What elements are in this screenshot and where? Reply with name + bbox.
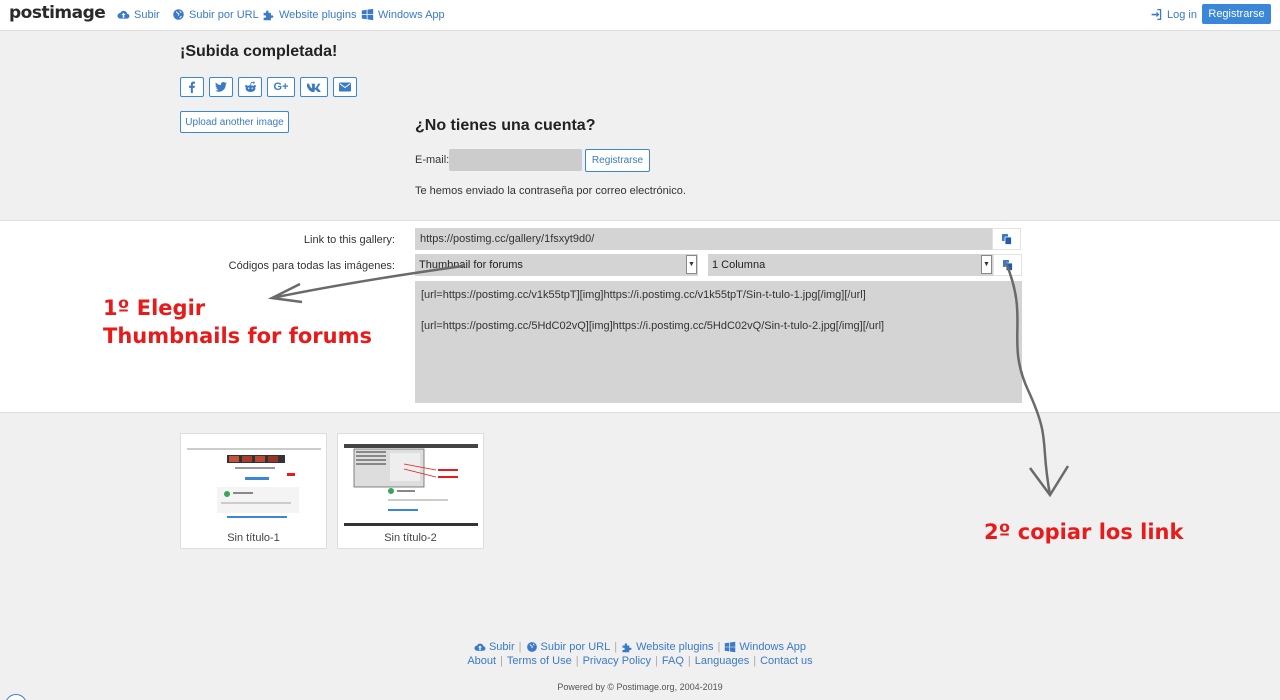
nav-plugins-link[interactable]: Website plugins [262,8,356,21]
no-account-heading: ¿No tienes una cuenta? [415,117,596,134]
email-label: E-mail: [415,154,450,166]
footer-nav-secondary: About | Terms of Use | Privacy Policy | … [0,655,1280,667]
nav-windows-app-link[interactable]: Windows App [361,8,445,21]
puzzle-icon [622,643,632,653]
upload-complete-heading: ¡Subida completada! [180,43,338,60]
footer-about-link[interactable]: About [467,655,496,667]
codes-label: Códigos para todas las imágenes: [228,260,395,272]
nav-upload-url-link[interactable]: Subir por URL [172,8,259,21]
nav-upload-label: Subir [134,8,160,21]
codes-textarea[interactable]: [url=https://postimg.cc/v1k55tpT][img]ht… [415,281,1022,403]
thumbnail-label: Sin título-1 [227,532,280,544]
nav-plugins-label: Website plugins [279,8,357,21]
gallery-link-label: Link to this gallery: [303,234,395,246]
separator: | [614,641,618,653]
footer-contact-link[interactable]: Contact us [760,655,813,667]
cloud-upload-icon [474,643,486,651]
image-thumbnail-card[interactable]: Sin título-2 [337,433,484,549]
separator: | [518,641,522,653]
sign-in-icon [1151,8,1162,21]
puzzle-icon [263,10,274,21]
footer-plugins-label: Website plugins [636,641,714,653]
share-reddit-button[interactable] [238,77,262,97]
globe-icon [173,9,184,20]
footer-windows-app-label: Windows App [739,641,807,653]
facebook-icon [189,81,195,93]
vk-icon [307,83,321,92]
email-field[interactable] [449,149,582,171]
nav-upload-link[interactable]: Subir [117,8,160,21]
image-thumbnail-card[interactable]: Sin título-1 [180,433,327,549]
annotation-step2: 2º copiar los link [984,520,1184,544]
copy-icon [1001,233,1012,245]
copy-codes-button[interactable] [993,254,1022,276]
windows-icon [725,641,736,653]
nav-windows-app-label: Windows App [378,8,445,21]
copy-gallery-link-button[interactable] [992,228,1021,250]
annotation-step1-line1: 1º Elegir [103,296,206,320]
format-select[interactable]: Thumbnail for forums ▼ [415,254,698,276]
separator: | [753,655,757,667]
windows-icon [361,8,374,21]
share-google-plus-button[interactable]: G+ [267,77,295,97]
globe-icon [526,642,537,652]
footer-terms-link[interactable]: Terms of Use [507,655,572,667]
separator: | [500,655,503,667]
annotation-step1-line2: Thumbnails for forums [103,324,372,348]
code-line: [url=https://postimg.cc/v1k55tpT][img]ht… [421,289,866,301]
top-navbar: postimage Subir Subir por URL Website pl… [0,0,1280,31]
nav-login-label: Log in [1167,8,1197,21]
twitter-icon [215,82,227,92]
footer-upload-url-link[interactable]: Subir por URL [526,641,611,653]
gallery-link-field[interactable]: https://postimg.cc/gallery/1fsxyt9d0/ [415,228,992,250]
dropdown-arrow-icon: ▼ [981,255,992,274]
separator: | [717,641,721,653]
chat-widget-icon[interactable] [5,694,27,700]
password-sent-note: Te hemos enviado la contraseña por corre… [415,185,686,197]
register-button[interactable]: Registrarse [1202,4,1271,24]
share-twitter-button[interactable] [209,77,233,97]
footer-languages-link[interactable]: Languages [695,655,749,667]
cloud-upload-icon [117,10,130,19]
thumbnail-label: Sin título-2 [384,532,437,544]
columns-select-value: 1 Columna [712,259,766,271]
annotation-step1: 1º Elegir Thumbnails for forums [103,294,372,350]
columns-select[interactable]: 1 Columna ▼ [708,254,993,276]
format-select-value: Thumbnail for forums [419,259,523,271]
separator: | [687,655,691,667]
footer-upload-label: Subir [488,641,515,653]
reddit-icon [244,81,256,93]
powered-by-text: Powered by © Postimage.org, 2004-2019 [557,682,723,692]
footer-nav-primary: Subir | Subir por URL | Website plugins … [0,641,1280,653]
share-vk-button[interactable] [300,77,328,97]
footer-faq-link[interactable]: FAQ [662,655,684,667]
copy-icon [1002,259,1013,271]
footer-windows-app-link[interactable]: Windows App [724,641,806,653]
separator: | [575,655,579,667]
share-facebook-button[interactable] [180,77,204,97]
google-plus-icon: G+ [273,81,289,93]
separator: | [655,655,658,667]
footer-privacy-link[interactable]: Privacy Policy [583,655,651,667]
postimage-logo[interactable]: postimage [9,3,106,23]
footer-upload-url-label: Subir por URL [540,641,611,653]
nav-login-link[interactable]: Log in [1150,8,1197,21]
footer-upload-link[interactable]: Subir [474,641,515,653]
footer-plugins-link[interactable]: Website plugins [621,641,714,653]
envelope-icon [339,82,351,92]
upload-another-button[interactable]: Upload another image [180,111,289,133]
code-line: [url=https://postimg.cc/5HdC02vQ][img]ht… [421,320,885,332]
share-buttons: G+ [180,77,357,97]
share-email-button[interactable] [333,77,357,97]
thumbnail-image [187,439,321,527]
account-register-button[interactable]: Registrarse [585,149,650,172]
nav-upload-url-label: Subir por URL [189,8,259,21]
dropdown-arrow-icon: ▼ [686,255,697,274]
thumbnail-image [344,439,478,527]
